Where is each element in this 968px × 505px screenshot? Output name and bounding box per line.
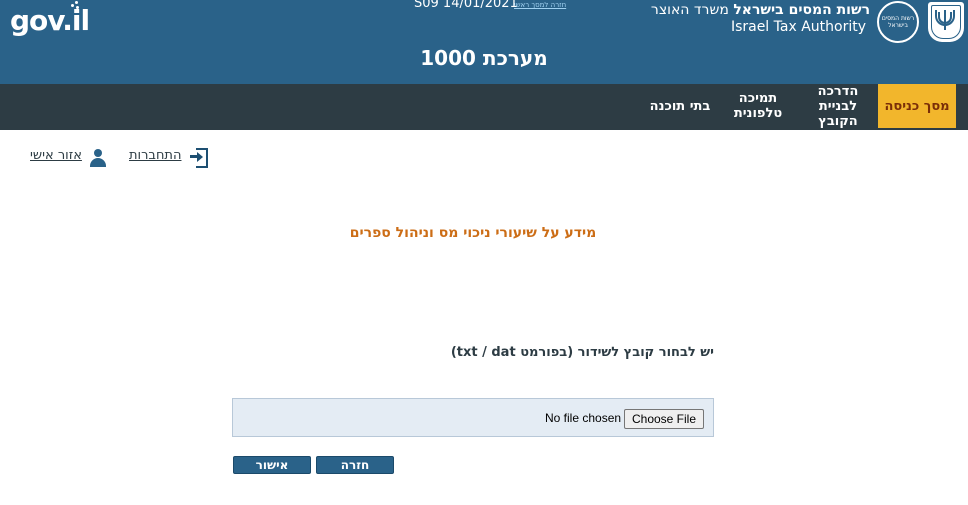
user-links: אזור אישי התחברות [30,148,230,168]
site-header: gov.il S09 14/01/2021 חזרה למסך ראשי מער… [0,0,968,84]
authority-name-en: Israel Tax Authority [730,19,866,35]
file-upload-box: No file chosen Choose File [232,398,714,437]
login-icon [190,148,208,168]
user-icon [90,149,106,167]
page-title: מערכת 1000 [420,46,548,70]
file-select-label: יש לבחור קובץ לשידור (בפורמט txt / dat) [450,345,714,360]
nav-item-phone-support[interactable]: תמיכה טלפונית [726,84,790,128]
authority-name-he-bold: רשות המסים בישראל [733,2,870,18]
authority-name-he-ministry: משרד האוצר [650,2,734,18]
home-link[interactable]: חזרה למסך ראשי [514,1,566,9]
gov-logo-dots [68,0,80,10]
tax-authority-emblem-icon: רשות המסים בישראל [877,1,919,43]
choose-file-button[interactable]: Choose File [624,409,704,429]
login-link[interactable]: התחברות [129,148,181,163]
nav-item-software-houses[interactable]: בתי תוכנה [640,84,720,128]
confirm-button[interactable]: אישור [233,456,311,474]
info-title: מידע על שיעורי ניכוי מס וניהול ספרים [349,225,597,241]
back-button[interactable]: חזרה [316,456,394,474]
nav-item-file-guide[interactable]: הדרכה לבניית הקובץ [798,84,878,129]
authority-name-he: רשות המסים בישראל משרד האוצר [651,2,870,18]
personal-area-link[interactable]: אזור אישי [30,148,82,163]
version-date: S09 14/01/2021 [414,0,518,11]
nav-item-entry-screen[interactable]: מסך כניסה [878,84,956,128]
file-status: No file chosen [545,411,622,425]
main-nav: מסך כניסה הדרכה לבניית הקובץ תמיכה טלפונ… [0,84,968,130]
state-emblem-menorah-icon [928,2,964,42]
